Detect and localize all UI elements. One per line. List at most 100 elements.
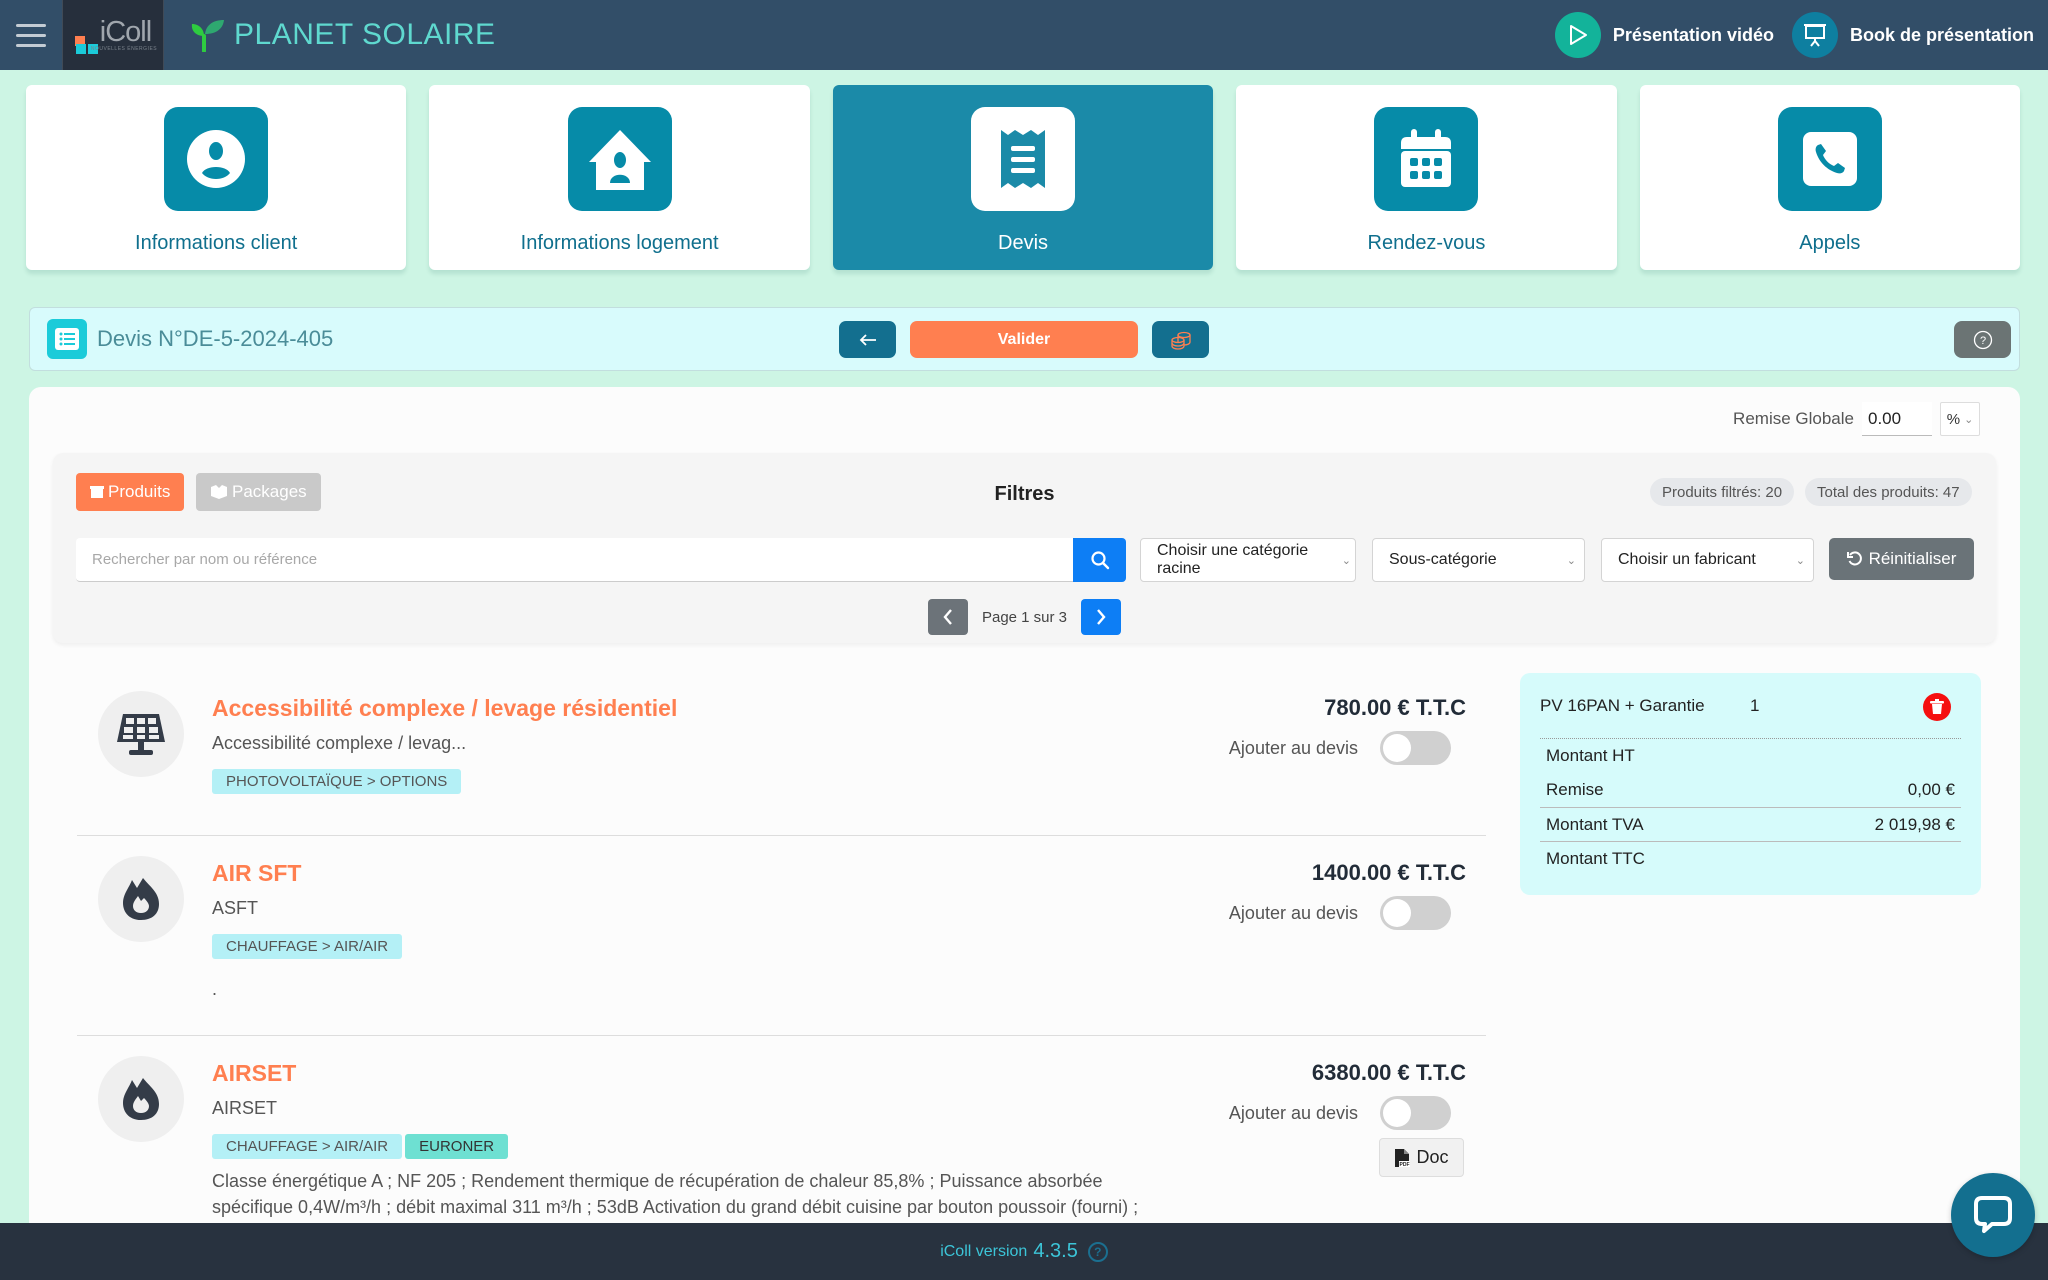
back-button[interactable]: [839, 321, 896, 358]
summary-item-qty: 1: [1750, 695, 1760, 715]
valider-button[interactable]: Valider: [910, 321, 1138, 358]
product-name[interactable]: Accessibilité complexe / levage résident…: [212, 695, 677, 722]
add-to-quote-label: Ajouter au devis: [1228, 902, 1358, 923]
add-to-quote-label: Ajouter au devis: [1228, 737, 1358, 758]
chevron-down-icon: ⌄: [1795, 554, 1805, 567]
remise-input[interactable]: [1862, 402, 1932, 436]
chat-button[interactable]: [1951, 1173, 2035, 1257]
category-tag: PHOTOVOLTAÏQUE > OPTIONS: [212, 769, 462, 794]
summary-label: Montant TTC: [1546, 848, 1645, 868]
main-panel: Remise Globale % ⌄ Produits Packages Fil…: [29, 387, 2020, 1280]
presentation-video-button[interactable]: Présentation vidéo: [1554, 12, 1774, 58]
tile-label: Devis: [998, 232, 1049, 254]
search-input[interactable]: [76, 538, 1074, 582]
tile-rendez-vous[interactable]: Rendez-vous: [1236, 85, 1617, 270]
coins-icon: [1170, 331, 1191, 350]
boxes-icon: [211, 485, 227, 499]
next-page-button[interactable]: [1081, 599, 1122, 635]
add-to-quote-toggle[interactable]: [1380, 896, 1451, 930]
product-item: Accessibilité complexe / levage résident…: [77, 671, 1486, 836]
chevron-down-icon: ⌄: [1964, 413, 1974, 426]
tab-label: Packages: [232, 482, 307, 501]
summary-row-montant-tva: Montant TVA 2 019,98 €: [1540, 807, 1961, 841]
chevron-down-icon: ⌄: [1566, 554, 1576, 567]
presentation-video-label: Présentation vidéo: [1612, 24, 1774, 45]
quote-summary: PV 16PAN + Garantie 1 Montant HT Remise …: [1520, 673, 1981, 895]
category-select-value: Choisir une catégorie racine: [1157, 542, 1309, 577]
logo-subtitle: NOUVELLES ÉNERGIES: [90, 46, 158, 52]
remise-unit-select[interactable]: % ⌄: [1940, 402, 1980, 436]
solar-panel-icon: [98, 691, 184, 777]
tile-appels[interactable]: Appels: [1639, 85, 2021, 270]
tile-label: Appels: [1799, 232, 1861, 254]
category-select[interactable]: Choisir une catégorie racine ⌄: [1140, 538, 1356, 582]
logo-text: iColl: [99, 16, 152, 48]
brand-name: PLANET SOLAIRE: [234, 18, 496, 51]
footer: iColl version 4.3.5 ?: [0, 1223, 2048, 1280]
tile-devis[interactable]: Devis: [832, 85, 1214, 270]
svg-text:?: ?: [1979, 335, 1985, 347]
calendar-icon: [1374, 107, 1479, 211]
search-button[interactable]: [1073, 538, 1126, 582]
chevron-right-icon: [1097, 609, 1106, 625]
reset-button[interactable]: Réinitialiser: [1829, 538, 1974, 580]
subcategory-select[interactable]: Sous-catégorie ⌄: [1372, 538, 1585, 582]
product-name[interactable]: AIR SFT: [212, 860, 301, 887]
summary-row-montant-ttc: Montant TTC: [1540, 841, 1961, 875]
book-presentation-button[interactable]: Book de présentation: [1791, 12, 2034, 58]
hamburger-line: [16, 23, 46, 27]
category-tag: CHAUFFAGE > AIR/AIR: [212, 934, 403, 959]
coins-button[interactable]: [1152, 321, 1209, 358]
doc-label: Doc: [1416, 1147, 1449, 1167]
doc-button[interactable]: PDF Doc: [1379, 1138, 1464, 1177]
page-indicator: Page 1 sur 3: [981, 608, 1068, 626]
remise-unit: %: [1946, 410, 1961, 428]
book-presentation-label: Book de présentation: [1849, 24, 2034, 45]
list-icon: [47, 319, 87, 359]
filters-panel: Produits Packages Filtres Produits filtr…: [53, 453, 1996, 643]
add-to-quote-toggle[interactable]: [1380, 1096, 1451, 1130]
sprout-icon: [191, 20, 224, 52]
summary-item-name: PV 16PAN + Garantie: [1540, 695, 1705, 715]
file-pdf-icon: PDF: [1395, 1148, 1411, 1168]
summary-label: Montant TVA: [1546, 814, 1644, 834]
product-name[interactable]: AIRSET: [212, 1060, 296, 1087]
chevron-down-icon: ⌄: [1341, 554, 1351, 567]
question-circle-icon: ?: [1973, 330, 1992, 349]
pagination: Page 1 sur 3: [53, 599, 1996, 635]
product-item: AIR SFT ASFT CHAUFFAGE > AIR/AIR . 1400.…: [77, 836, 1486, 1036]
phone-icon: [1777, 107, 1882, 211]
manufacturer-select[interactable]: Choisir un fabricant ⌄: [1601, 538, 1814, 582]
summary-row-montant-ht: Montant HT: [1540, 739, 1961, 773]
tile-label: Informations logement: [520, 232, 719, 254]
fire-icon: [98, 856, 184, 942]
tab-produits[interactable]: Produits: [76, 473, 185, 511]
add-to-quote-toggle[interactable]: [1380, 731, 1451, 765]
house-user-icon: [567, 107, 672, 211]
help-button[interactable]: ?: [1954, 321, 2011, 358]
summary-row-remise: Remise 0,00 €: [1540, 773, 1961, 807]
user-circle-icon: [164, 107, 269, 211]
version-number: 4.3.5: [1033, 1240, 1078, 1262]
tile-informations-logement[interactable]: Informations logement: [429, 85, 810, 270]
prev-page-button[interactable]: [927, 599, 968, 635]
brand: PLANET SOLAIRE: [190, 18, 496, 52]
menu-button[interactable]: [0, 0, 62, 70]
version-label: iColl version: [940, 1242, 1028, 1260]
tile-informations-client[interactable]: Informations client: [26, 85, 407, 270]
help-circle-icon[interactable]: ?: [1087, 1241, 1108, 1262]
summary-label: Montant HT: [1546, 746, 1635, 765]
undo-icon: [1846, 551, 1862, 566]
presentation-board-icon: [1791, 12, 1838, 58]
category-tag: CHAUFFAGE > AIR/AIR: [212, 1134, 403, 1159]
section-tiles: Informations client Informations logemen…: [26, 85, 2021, 270]
product-description: .: [212, 979, 218, 999]
summary-value: 2 019,98 €: [1874, 814, 1955, 834]
remise-globale: Remise Globale % ⌄: [1733, 402, 1980, 436]
logo-squares-icon: [74, 24, 97, 46]
summary-line-item: PV 16PAN + Garantie 1: [1540, 673, 1961, 739]
app-logo[interactable]: iColl NOUVELLES ÉNERGIES: [62, 0, 164, 70]
delete-item-button[interactable]: [1923, 693, 1951, 721]
product-reference: ASFT: [212, 898, 259, 918]
tab-packages[interactable]: Packages: [196, 473, 321, 511]
